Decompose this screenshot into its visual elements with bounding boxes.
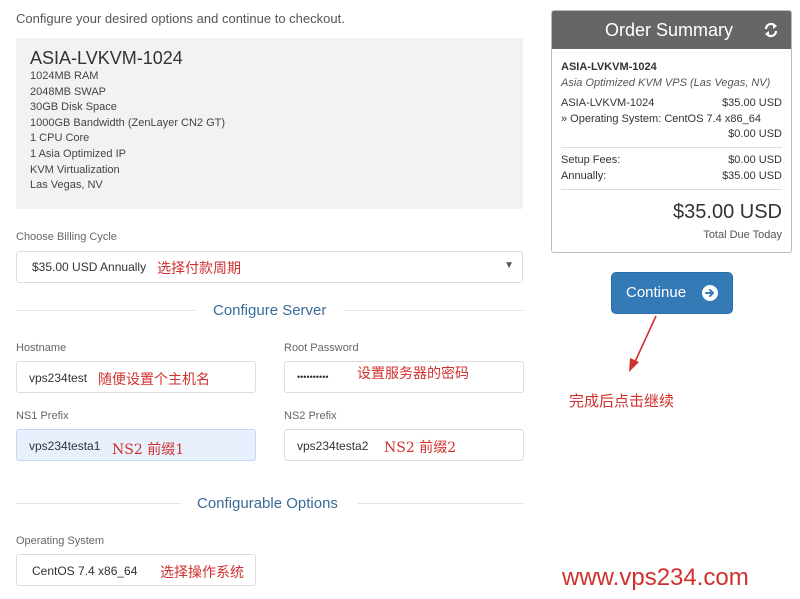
feature-item: 1000GB Bandwidth (ZenLayer CN2 GT) [30,116,226,129]
watermark: www.vps234.com [562,564,749,591]
feature-item: Las Vegas, NV [30,179,103,192]
summary-option-name: » Operating System: CentOS 7.4 x86_64 [561,113,761,125]
setup-fees-label: Setup Fees: [561,154,621,166]
hostname-value: vps234test [29,371,88,385]
operating-system-label: Operating System [16,535,105,547]
continue-button[interactable]: Continue [611,272,733,314]
feature-item: 30GB Disk Space [30,101,117,114]
summary-product-desc: Asia Optimized KVM VPS (Las Vegas, NV) [561,77,771,89]
feature-item: 1 Asia Optimized IP [30,147,126,160]
annually-value: $35.00 USD [722,170,782,182]
refresh-icon[interactable] [762,21,780,39]
hostname-label: Hostname [16,342,67,354]
feature-item: 1 CPU Core [30,132,90,145]
total-due-label: Total Due Today [703,229,782,241]
ns2-prefix-annotation: NS2 前缀2 [384,440,457,456]
root-password-label: Root Password [284,342,359,354]
section-divider [16,310,196,311]
summary-divider [561,189,782,190]
section-divider [343,310,523,311]
operating-system-select[interactable]: CentOS 7.4 x86_64 选择操作系统 [16,554,256,586]
operating-system-annotation: 选择操作系统 [160,565,244,581]
feature-item: 1024MB RAM [30,70,99,82]
billing-cycle-value: $35.00 USD Annually [32,260,147,274]
feature-item: KVM Virtualization [30,163,120,176]
summary-line-item-price: $35.00 USD [722,97,782,109]
summary-line-item-name: ASIA-LVKVM-1024 [561,97,655,109]
section-divider [358,503,523,504]
arrow-circle-right-icon [702,285,718,301]
operating-system-value: CentOS 7.4 x86_64 [32,564,138,578]
total-due-amount: $35.00 USD [673,201,782,223]
product-name: ASIA-LVKVM-1024 [30,48,183,68]
intro-text: Configure your desired options and conti… [16,11,345,26]
order-summary-title: Order Summary [605,20,734,40]
continue-annotation: 完成后点击继续 [569,392,675,410]
summary-option-price: $0.00 USD [728,128,782,140]
annotation-arrow [629,315,657,372]
product-features: 1024MB RAM 2048MB SWAP 30GB Disk Space 1… [30,69,225,194]
ns2-prefix-input[interactable]: vps234testa2 NS2 前缀2 [284,429,524,461]
ns1-prefix-label: NS1 Prefix [16,410,69,422]
feature-item: 2048MB SWAP [30,85,107,98]
dropdown-caret-icon: ▼ [504,260,514,271]
continue-button-label: Continue [626,284,687,301]
hostname-input[interactable]: vps234test 随便设置个主机名 [16,361,256,393]
root-password-annotation: 设置服务器的密码 [357,366,469,382]
section-divider [16,503,181,504]
configure-server-title: Configure Server [213,302,327,319]
product-info-box: ASIA-LVKVM-1024 1024MB RAM 2048MB SWAP 3… [16,38,523,209]
order-summary-panel: Order Summary ASIA-LVKVM-1024 Asia Optim… [551,10,792,253]
summary-divider [561,147,782,148]
order-summary-header: Order Summary [552,11,791,49]
summary-product-name: ASIA-LVKVM-1024 [561,61,657,73]
annually-label: Annually: [561,170,607,182]
ns1-prefix-value: vps234testa1 [29,439,101,453]
hostname-annotation: 随便设置个主机名 [98,372,210,388]
ns2-prefix-label: NS2 Prefix [284,410,337,422]
ns1-prefix-annotation: NS2 前缀1 [112,442,185,458]
configurable-options-title: Configurable Options [197,495,338,512]
root-password-input[interactable]: •••••••••• 设置服务器的密码 [284,361,524,393]
billing-cycle-annotation: 选择付款周期 [157,261,241,277]
ns1-prefix-input[interactable]: vps234testa1 NS2 前缀1 [16,429,256,461]
billing-cycle-select[interactable]: $35.00 USD Annually 选择付款周期 ▼ [16,251,523,283]
ns2-prefix-value: vps234testa2 [297,439,369,453]
billing-cycle-label: Choose Billing Cycle [16,231,117,243]
root-password-value: •••••••••• [297,372,329,382]
setup-fees-value: $0.00 USD [728,154,782,166]
